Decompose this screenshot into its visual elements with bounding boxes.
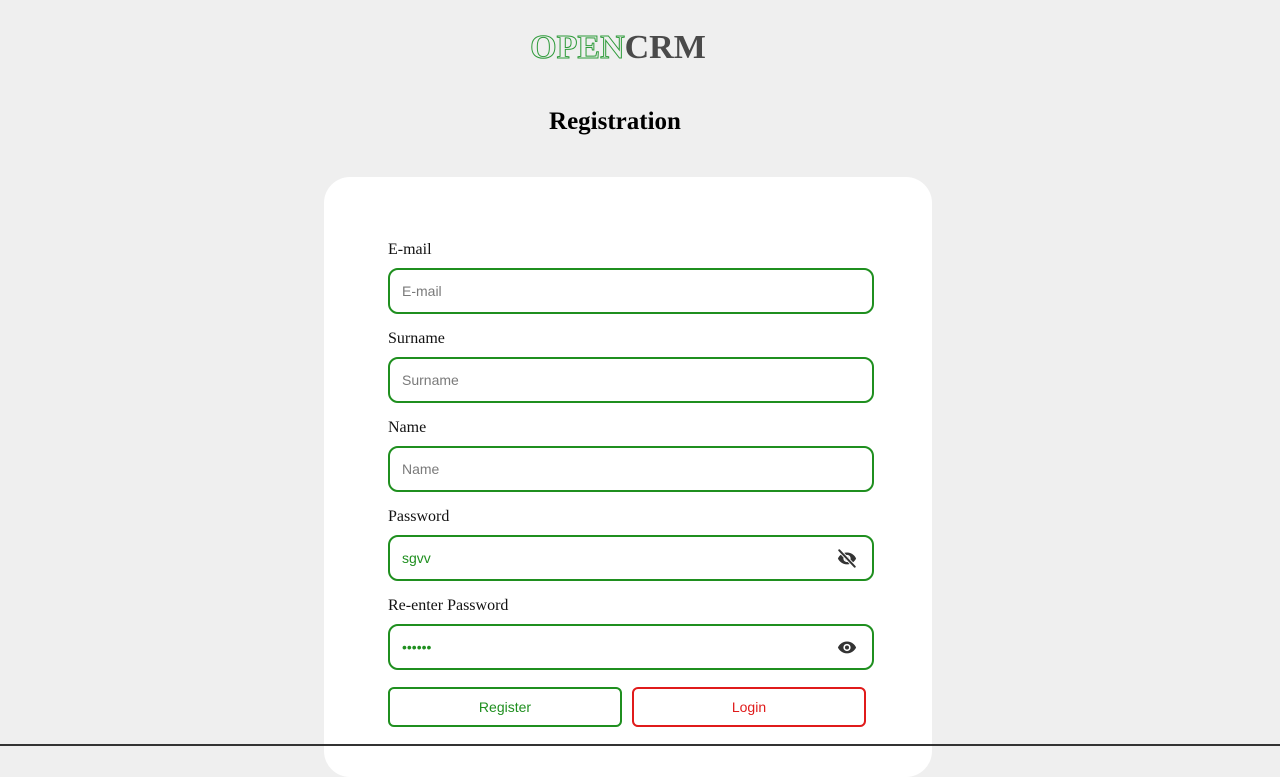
name-label: Name [388,419,427,436]
password-field-wrapper [388,535,874,581]
app-logo: OPENCRM [0,28,1236,68]
surname-field-wrapper [388,357,874,403]
registration-form-card: E-mail Surname Name Password Re-enter Pa… [324,177,932,777]
page-title: Registration [549,108,681,135]
password-input[interactable] [402,537,822,579]
reenter-password-field-wrapper [388,624,874,670]
email-field-wrapper [388,268,874,314]
logo-crm-text: CRM [624,29,706,66]
email-label: E-mail [388,241,432,258]
surname-label: Surname [388,330,445,347]
reenter-password-label: Re-enter Password [388,597,509,614]
eye-slash-icon[interactable] [836,548,858,569]
reenter-password-input[interactable] [402,626,822,668]
name-field-wrapper [388,446,874,492]
email-input[interactable] [402,270,822,312]
password-label: Password [388,508,450,525]
eye-icon[interactable] [836,637,858,657]
login-button[interactable]: Login [632,687,866,727]
logo-open-text: OPEN [530,29,625,67]
surname-input[interactable] [402,359,822,401]
name-input[interactable] [402,448,822,490]
register-button[interactable]: Register [388,687,622,727]
